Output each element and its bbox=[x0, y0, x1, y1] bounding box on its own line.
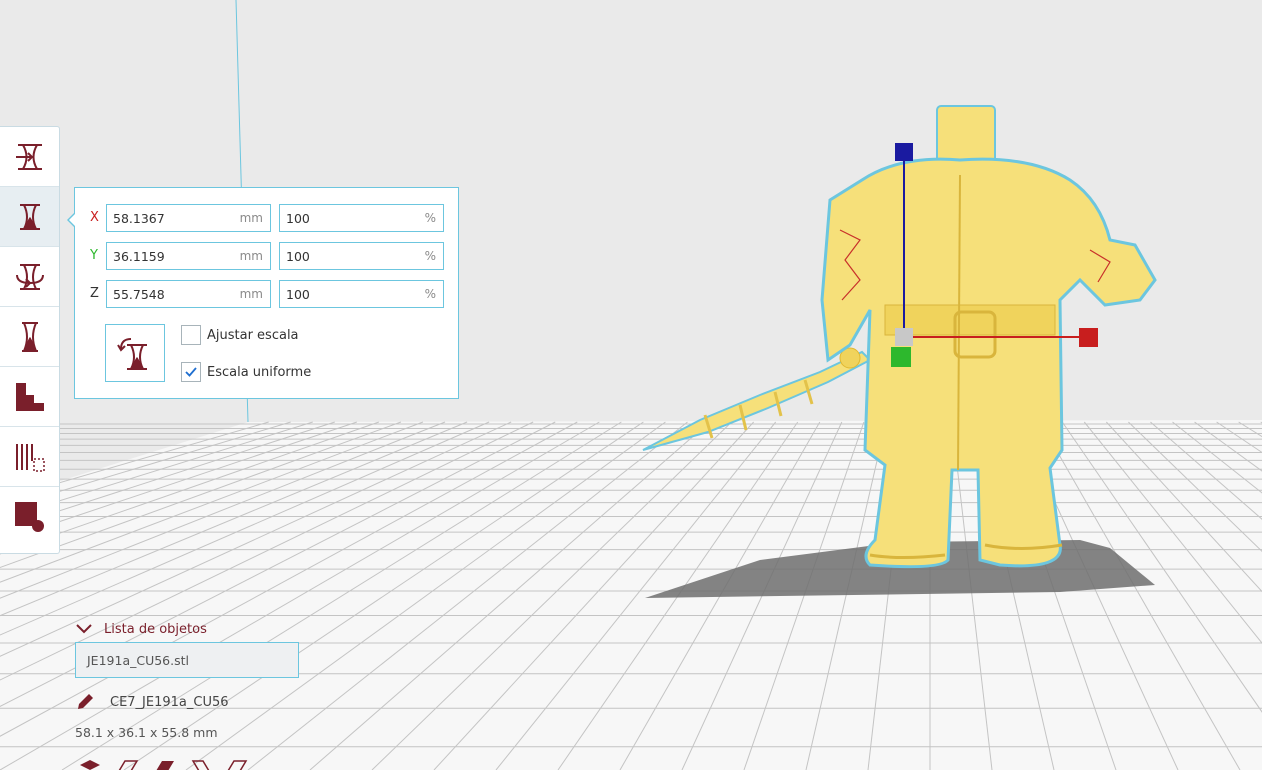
x-size-unit: mm bbox=[239, 211, 263, 225]
y-size-unit: mm bbox=[239, 249, 263, 263]
x-scale-handle bbox=[1079, 328, 1098, 347]
rotate-tool-button[interactable] bbox=[0, 247, 59, 307]
top-view-icon[interactable] bbox=[152, 759, 176, 770]
y-percent-unit: % bbox=[424, 249, 436, 263]
checkmark-icon bbox=[185, 367, 197, 377]
y-scale-handle bbox=[891, 347, 911, 367]
x-percent-unit: % bbox=[424, 211, 436, 225]
x-axis-label: X bbox=[90, 210, 99, 225]
custom-support-button[interactable] bbox=[0, 487, 59, 547]
snap-scaling-checkbox[interactable] bbox=[181, 325, 201, 345]
mirror-tool-button[interactable] bbox=[0, 307, 59, 367]
z-size-unit: mm bbox=[239, 287, 263, 301]
scale-tool-icon bbox=[19, 203, 40, 230]
support-blocker-button[interactable] bbox=[0, 427, 59, 487]
z-percent-field[interactable]: 100 % bbox=[279, 280, 444, 308]
mirror-tool-icon bbox=[21, 321, 38, 352]
object-list-toggle[interactable]: Lista de objetos bbox=[76, 620, 207, 638]
rotate-tool-icon bbox=[15, 263, 44, 290]
z-size-field[interactable]: 55.7548 mm bbox=[106, 280, 271, 308]
right-view-icon[interactable] bbox=[226, 759, 250, 770]
job-name: CE7_JE191a_CU56 bbox=[110, 694, 229, 710]
reset-scale-button[interactable] bbox=[105, 324, 165, 382]
z-scale-handle bbox=[895, 143, 913, 161]
scale-tool-button[interactable] bbox=[0, 187, 59, 247]
build-plate bbox=[0, 420, 1262, 770]
job-name-row[interactable]: CE7_JE191a_CU56 bbox=[76, 692, 229, 712]
model-dimensions: 58.1 x 36.1 x 55.8 mm bbox=[75, 725, 218, 740]
x-size-field[interactable]: 58.1367 mm bbox=[106, 204, 271, 232]
move-tool-icon bbox=[15, 143, 42, 170]
custom-support-icon bbox=[14, 502, 44, 532]
z-size-value: 55.7548 bbox=[113, 286, 165, 302]
reset-scale-icon bbox=[117, 338, 147, 370]
3d-view-icon[interactable] bbox=[78, 759, 102, 770]
y-percent-value: 100 bbox=[286, 248, 310, 264]
left-view-icon[interactable] bbox=[189, 759, 213, 770]
x-size-value: 58.1367 bbox=[113, 210, 165, 226]
per-model-settings-icon bbox=[15, 382, 44, 411]
tool-sidebar bbox=[0, 126, 60, 554]
support-blocker-icon bbox=[15, 443, 45, 472]
y-axis-label: Y bbox=[90, 248, 98, 263]
chevron-down-icon bbox=[76, 624, 92, 634]
pencil-icon bbox=[78, 694, 93, 709]
x-percent-field[interactable]: 100 % bbox=[279, 204, 444, 232]
move-tool-button[interactable] bbox=[0, 127, 59, 187]
uniform-scaling-label: Escala uniforme bbox=[207, 365, 312, 380]
view-orientation-bar bbox=[78, 759, 250, 770]
uniform-scaling-checkbox[interactable] bbox=[181, 362, 201, 382]
object-list-title: Lista de objetos bbox=[104, 621, 207, 637]
snap-scaling-label: Ajustar escala bbox=[207, 328, 299, 343]
scale-panel: X 58.1367 mm 100 % Y 36.1159 mm 100 % Z … bbox=[67, 187, 459, 399]
z-axis-label: Z bbox=[90, 286, 99, 301]
x-percent-value: 100 bbox=[286, 210, 310, 226]
per-model-settings-button[interactable] bbox=[0, 367, 59, 427]
object-list-item[interactable]: JE191a_CU56.stl bbox=[75, 642, 299, 678]
y-size-field[interactable]: 36.1159 mm bbox=[106, 242, 271, 270]
panel-pointer bbox=[67, 212, 76, 228]
y-percent-field[interactable]: 100 % bbox=[279, 242, 444, 270]
z-percent-unit: % bbox=[424, 287, 436, 301]
front-view-icon[interactable] bbox=[115, 759, 139, 770]
z-percent-value: 100 bbox=[286, 286, 310, 302]
uniform-scale-handle bbox=[895, 328, 913, 346]
y-size-value: 36.1159 bbox=[113, 248, 165, 264]
